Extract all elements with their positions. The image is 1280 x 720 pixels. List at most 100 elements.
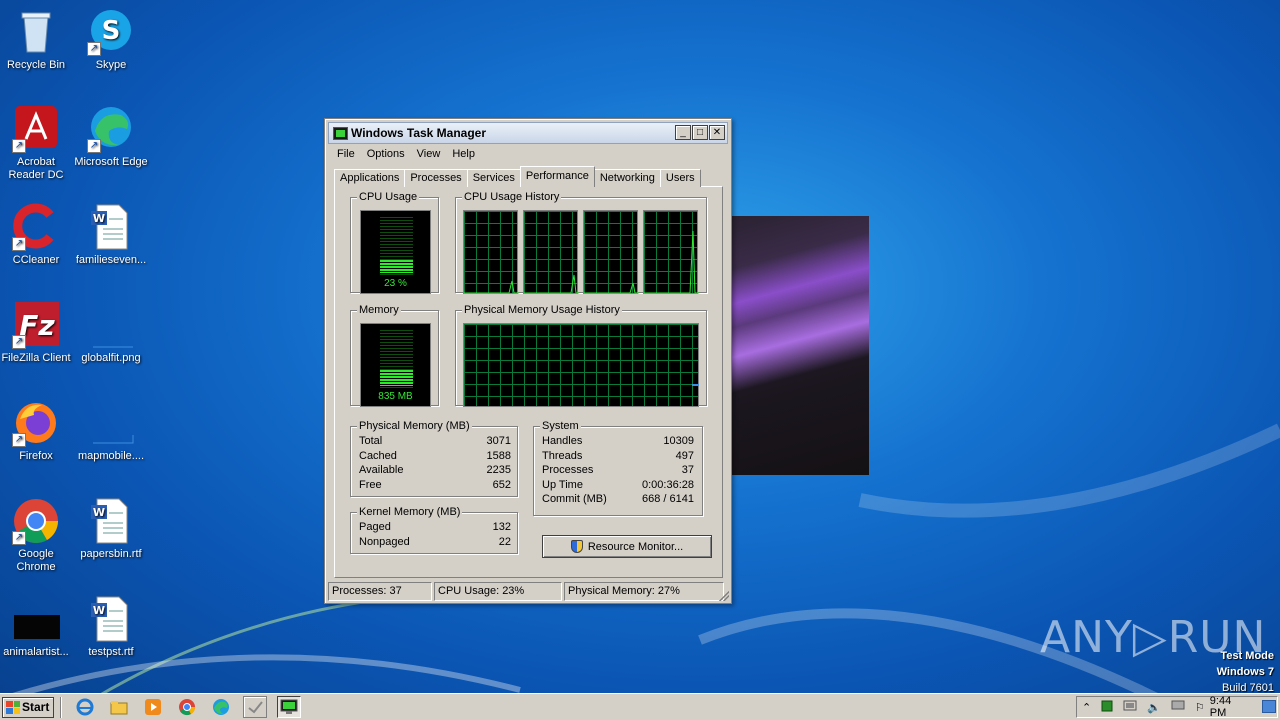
desktop-icon-chrome[interactable]: ↗ Google Chrome [0, 497, 74, 574]
checkmark-app-icon[interactable] [243, 696, 267, 718]
shortcut-arrow-icon: ↗ [87, 139, 101, 153]
stat-uptime: Up Time 0:00:36:28 [542, 479, 694, 491]
file-icon [87, 399, 135, 447]
stat-total: Total 3071 [359, 435, 511, 447]
desktop-icon-mapmobile[interactable]: mapmobile.... [73, 399, 149, 463]
acrobat-reader-icon: ↗ [12, 105, 60, 153]
monitor-icon[interactable] [1171, 700, 1185, 715]
stat-value: 3071 [486, 435, 511, 447]
tab-strip: Applications Processes Services Performa… [334, 166, 701, 187]
status-physical-memory: Physical Memory: 27% [564, 582, 724, 601]
desktop-icon-filezilla[interactable]: Fz ↗ FileZilla Client [0, 301, 74, 365]
memory-meter: 835 MB [360, 323, 431, 407]
tab-users[interactable]: Users [659, 169, 701, 187]
desktop-icon-papersbin[interactable]: W papersbin.rtf [73, 497, 149, 561]
word-document-icon: W [87, 497, 135, 545]
maximize-button[interactable]: □ [692, 125, 708, 140]
desktop-icon-acrobat[interactable]: ↗ Acrobat Reader DC [0, 105, 74, 182]
kernel-memory-group: Kernel Memory (MB) Paged 132 Nonpaged 22 [350, 506, 518, 554]
resource-monitor-label: Resource Monitor... [587, 540, 684, 553]
shortcut-arrow-icon: ↗ [12, 335, 26, 349]
stat-label: Cached [359, 450, 397, 462]
stat-available: Available 2235 [359, 464, 511, 476]
tab-applications[interactable]: Applications [334, 169, 406, 187]
action-center-icon[interactable] [1123, 700, 1137, 715]
menu-help[interactable]: Help [446, 148, 481, 160]
tab-networking[interactable]: Networking [593, 169, 661, 187]
tab-services[interactable]: Services [466, 169, 521, 187]
desktop-icon-word-doc[interactable]: W familieseven... [73, 203, 149, 267]
menu-file[interactable]: File [331, 148, 361, 160]
media-player-icon[interactable] [141, 696, 165, 718]
test-mode-notice: Test Mode Windows 7 Build 7601 [1217, 648, 1274, 696]
desktop-icon-label: testpst.rtf [88, 646, 134, 658]
desktop-icon-label: CCleaner [12, 254, 60, 266]
close-button[interactable]: ✕ [709, 125, 725, 140]
stat-value: 1588 [486, 450, 511, 462]
background-image-window[interactable] [730, 216, 869, 475]
task-manager-icon [333, 126, 348, 140]
desktop-icon-ccleaner[interactable]: ↗ CCleaner [0, 203, 74, 267]
svg-text:W: W [93, 604, 105, 617]
stat-label: Threads [542, 450, 583, 462]
stat-processes: Processes 37 [542, 464, 694, 476]
file-explorer-icon[interactable] [107, 696, 131, 718]
internet-explorer-icon[interactable] [73, 696, 97, 718]
stat-label: Nonpaged [359, 536, 410, 548]
stat-value: 37 [681, 464, 694, 476]
title-bar[interactable]: Windows Task Manager _ □ ✕ [328, 122, 728, 144]
desktop-icon-globalfit[interactable]: globalfit.png [73, 301, 149, 365]
shortcut-arrow-icon: ↗ [12, 237, 26, 251]
physical-memory-title: Physical Memory (MB) [357, 420, 472, 432]
stat-value: 132 [492, 521, 511, 533]
desktop-icon-skype[interactable]: S ↗ Skype [73, 8, 149, 72]
show-desktop-button[interactable] [1262, 700, 1276, 713]
memory-history-group: Physical Memory Usage History [455, 304, 707, 407]
tab-performance[interactable]: Performance [519, 166, 595, 187]
stat-commit: Commit (MB) 668 / 6141 [542, 493, 694, 505]
show-hidden-icons-icon[interactable]: ⌃ [1082, 701, 1091, 714]
chrome-icon: ↗ [12, 497, 60, 545]
minimize-button[interactable]: _ [675, 125, 691, 140]
stat-label: Available [359, 464, 404, 476]
tab-processes[interactable]: Processes [404, 169, 468, 187]
menu-options[interactable]: Options [361, 148, 411, 160]
cpu-history-core-2 [523, 210, 579, 294]
menu-view[interactable]: View [411, 148, 447, 160]
chrome-taskbar-icon[interactable] [175, 696, 199, 718]
desktop-icon-firefox[interactable]: ↗ Firefox [0, 399, 74, 463]
taskbar: Start ⌃ 🔈 ⚐ 9:44 PM [0, 693, 1280, 720]
edge-taskbar-icon[interactable] [209, 696, 233, 718]
flag-icon[interactable]: ⚐ [1195, 701, 1205, 714]
resource-monitor-button[interactable]: Resource Monitor... [542, 535, 712, 558]
resize-grip[interactable] [719, 591, 729, 601]
menu-bar: File Options View Help [325, 144, 731, 164]
network-status-icon[interactable] [1101, 700, 1113, 715]
stat-label: Handles [542, 435, 583, 447]
kernel-memory-title: Kernel Memory (MB) [357, 506, 463, 518]
stat-value: 2235 [486, 464, 511, 476]
stat-nonpaged: Nonpaged 22 [359, 536, 511, 548]
system-tray: ⌃ 🔈 ⚐ 9:44 PM [1076, 695, 1278, 719]
stat-label: Up Time [542, 479, 583, 491]
desktop-icon-animalartist[interactable]: animalartist... [0, 595, 74, 659]
desktop-icon-recycle-bin[interactable]: Recycle Bin [0, 8, 74, 72]
taskbar-separator [60, 696, 62, 718]
memory-group: Memory 835 MB [350, 304, 439, 407]
cpu-usage-group: CPU Usage 23 % [350, 191, 439, 294]
task-manager-window[interactable]: Windows Task Manager _ □ ✕ File Options … [324, 118, 732, 604]
start-button[interactable]: Start [2, 696, 54, 718]
cpu-history-core-3 [583, 210, 639, 294]
cpu-usage-title: CPU Usage [357, 191, 420, 203]
stat-value: 497 [675, 450, 694, 462]
desktop-icon-testpst[interactable]: W testpst.rtf [73, 595, 149, 659]
volume-icon[interactable]: 🔈 [1147, 701, 1161, 714]
svg-text:W: W [93, 506, 105, 519]
task-manager-taskbar-icon[interactable] [277, 696, 301, 718]
stat-free: Free 652 [359, 479, 511, 491]
desktop-icon-edge[interactable]: ↗ Microsoft Edge [73, 105, 149, 169]
cpu-history-core-1 [463, 210, 519, 294]
desktop-icon-label: Recycle Bin [6, 59, 66, 71]
filezilla-icon: Fz ↗ [12, 301, 60, 349]
clock[interactable]: 9:44 PM [1210, 695, 1247, 719]
